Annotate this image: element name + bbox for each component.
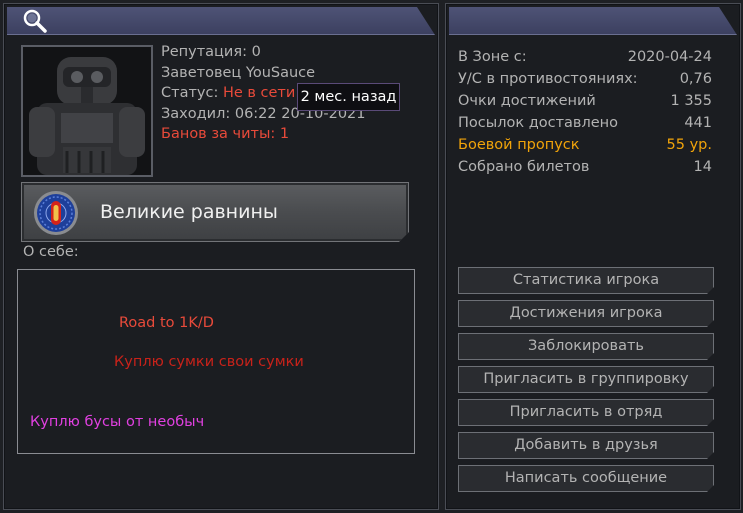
stat-row-battle-pass: Боевой пропуск 55 ур. — [458, 134, 712, 156]
send-message-button[interactable]: Написать сообщение — [458, 465, 714, 492]
stat-value: 2020-04-24 — [627, 49, 712, 65]
stat-row-parcels: Посылок доставлено 441 — [458, 112, 712, 134]
faction-title: Заветовец YouSauce — [161, 65, 316, 81]
stat-row-tickets: Собрано билетов 14 — [458, 156, 712, 178]
stat-row-kd: У/С в противостояниях: 0,76 — [458, 68, 712, 90]
stat-value: 55 ур. — [666, 137, 712, 153]
profile-panel: Репутация: 0 Заветовец YouSauce Статус: … — [3, 3, 439, 510]
last-seen-tooltip: 2 мес. назад — [297, 83, 400, 111]
stat-label: Очки достижений — [458, 93, 596, 109]
player-achievements-button[interactable]: Достижения игрока — [458, 300, 714, 327]
avatar — [21, 45, 153, 177]
stats-panel: В Зоне с: 2020-04-24 У/С в противостояни… — [445, 3, 741, 510]
about-line-1: Road to 1K/D — [119, 315, 214, 331]
about-label: О себе: — [23, 244, 79, 260]
stat-value: 441 — [684, 115, 712, 131]
location-label: Великие равнины — [100, 201, 278, 223]
stat-row-achievement-points: Очки достижений 1 355 — [458, 90, 712, 112]
status-label: Статус: — [161, 85, 223, 101]
invite-to-squad-button[interactable]: Пригласить в отряд — [458, 399, 714, 426]
stats-header — [449, 7, 737, 35]
stat-label: Посылок доставлено — [458, 115, 618, 131]
stat-label: В Зоне с: — [458, 49, 527, 65]
status-value: Не в сети — [222, 85, 296, 101]
player-stats-button[interactable]: Статистика игрока — [458, 267, 714, 294]
stat-label: У/С в противостояниях: — [458, 71, 638, 87]
faction-emblem-icon — [33, 190, 79, 236]
stat-value: 14 — [693, 159, 712, 175]
stat-value: 0,76 — [679, 71, 712, 87]
profile-header — [7, 7, 435, 35]
armored-soldier-icon — [23, 47, 151, 175]
about-line-3: Куплю бусы от необыч — [30, 414, 205, 430]
stat-label: Собрано билетов — [458, 159, 590, 175]
stat-label: Боевой пропуск — [458, 137, 580, 153]
status-line: Статус: Не в сети — [161, 84, 295, 102]
invite-to-faction-button[interactable]: Пригласить в группировку — [458, 366, 714, 393]
block-button[interactable]: Заблокировать — [458, 333, 714, 360]
cheat-bans-text: Банов за читы: 1 — [161, 126, 290, 142]
stat-row-zone-since: В Зоне с: 2020-04-24 — [458, 46, 712, 68]
about-textbox: Road to 1K/D Куплю сумки свои сумки Купл… — [17, 269, 415, 454]
about-line-2: Куплю сумки свои сумки — [114, 354, 304, 370]
location-button[interactable]: Великие равнины — [21, 182, 409, 242]
add-friend-button[interactable]: Добавить в друзья — [458, 432, 714, 459]
reputation-text: Репутация: 0 — [161, 44, 261, 60]
stat-value: 1 355 — [670, 93, 712, 109]
search-icon[interactable] — [21, 8, 49, 34]
